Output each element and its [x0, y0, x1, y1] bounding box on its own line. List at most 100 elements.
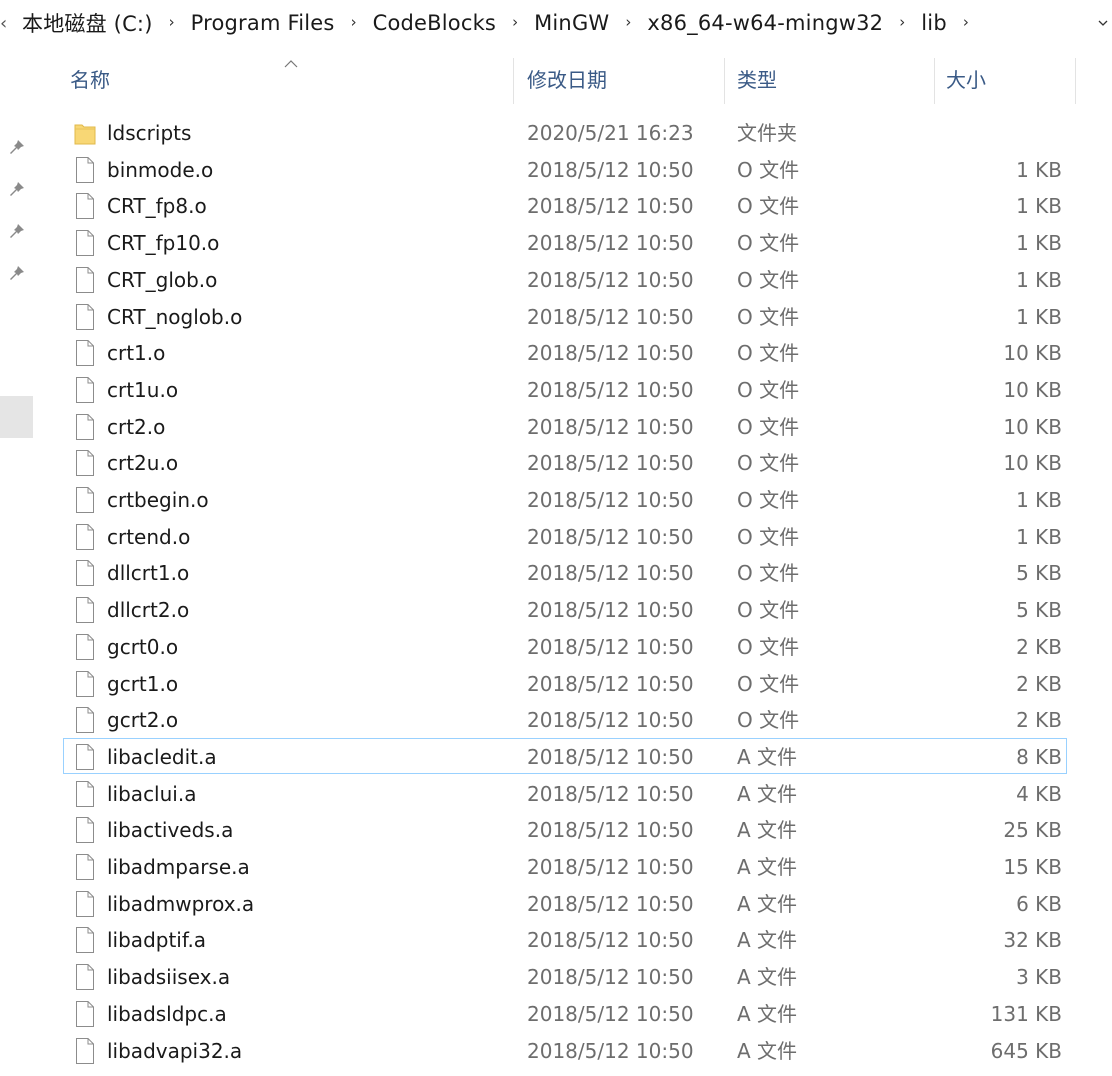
- column-header-date[interactable]: 修改日期: [527, 52, 723, 104]
- file-modified-date: 2018/5/12 10:50: [527, 671, 694, 696]
- column-header-size[interactable]: 大小: [946, 52, 1076, 104]
- breadcrumb-separator-icon[interactable]: ›: [159, 13, 185, 31]
- file-row[interactable]: libadvapi32.a 2018/5/12 10:50 A 文件 645 KB: [63, 1032, 1067, 1068]
- file-icon: [74, 303, 96, 331]
- file-name: CRT_fp8.o: [107, 194, 207, 219]
- file-row[interactable]: CRT_glob.o 2018/5/12 10:50 O 文件 1 KB: [63, 261, 1067, 297]
- file-name: ldscripts: [107, 121, 192, 145]
- file-icon: [74, 229, 96, 257]
- breadcrumb-item-codeblocks[interactable]: CodeBlocks: [367, 11, 503, 35]
- file-icon: [74, 156, 96, 184]
- address-dropdown-chevron-icon[interactable]: [1098, 18, 1108, 28]
- file-modified-date: 2018/5/12 10:50: [527, 451, 694, 476]
- file-name: crt1.o: [107, 341, 166, 366]
- address-bar[interactable]: ‹ 本地磁盘 (C:) › Program Files › CodeBlocks…: [0, 0, 1112, 46]
- file-size: 2 KB: [1016, 634, 1062, 659]
- back-chevron-icon[interactable]: ‹: [0, 13, 8, 34]
- breadcrumb-separator-icon[interactable]: ›: [615, 13, 641, 31]
- file-row[interactable]: CRT_noglob.o 2018/5/12 10:50 O 文件 1 KB: [63, 298, 1067, 334]
- file-row[interactable]: CRT_fp8.o 2018/5/12 10:50 O 文件 1 KB: [63, 187, 1067, 223]
- file-row[interactable]: libadsiisex.a 2018/5/12 10:50 A 文件 3 KB: [63, 958, 1067, 994]
- file-type: A 文件: [737, 891, 798, 916]
- file-name: binmode.o: [107, 157, 214, 182]
- file-row[interactable]: libadmwprox.a 2018/5/12 10:50 A 文件 6 KB: [63, 885, 1067, 921]
- breadcrumb-separator-icon[interactable]: ›: [889, 13, 915, 31]
- file-size: 1 KB: [1016, 524, 1062, 549]
- file-modified-date: 2018/5/12 10:50: [527, 744, 694, 769]
- breadcrumb-separator-icon[interactable]: ›: [341, 13, 367, 31]
- file-row[interactable]: crtend.o 2018/5/12 10:50 O 文件 1 KB: [63, 518, 1067, 554]
- file-size: 10 KB: [1003, 341, 1062, 366]
- column-divider[interactable]: [1075, 58, 1076, 104]
- file-modified-date: 2018/5/12 10:50: [527, 1038, 694, 1063]
- file-icon: [74, 743, 96, 771]
- breadcrumb-separator-icon[interactable]: ›: [953, 13, 979, 31]
- file-icon: [74, 596, 96, 624]
- file-size: 5 KB: [1016, 561, 1062, 586]
- file-modified-date: 2018/5/12 10:50: [527, 891, 694, 916]
- file-name: dllcrt1.o: [107, 561, 190, 586]
- file-row[interactable]: CRT_fp10.o 2018/5/12 10:50 O 文件 1 KB: [63, 224, 1067, 260]
- file-size: 1 KB: [1016, 267, 1062, 292]
- file-name: libadmparse.a: [107, 855, 250, 879]
- breadcrumb-item-mingw[interactable]: MinGW: [528, 11, 615, 35]
- file-icon: [74, 890, 96, 918]
- file-size: 645 KB: [990, 1038, 1062, 1063]
- file-row[interactable]: dllcrt1.o 2018/5/12 10:50 O 文件 5 KB: [63, 554, 1067, 590]
- column-header-type[interactable]: 类型: [737, 52, 927, 104]
- file-row[interactable]: dllcrt2.o 2018/5/12 10:50 O 文件 5 KB: [63, 591, 1067, 627]
- file-icon: [74, 413, 96, 441]
- column-divider[interactable]: [934, 58, 935, 104]
- file-row[interactable]: crt2u.o 2018/5/12 10:50 O 文件 10 KB: [63, 444, 1067, 480]
- file-row[interactable]: crtbegin.o 2018/5/12 10:50 O 文件 1 KB: [63, 481, 1067, 517]
- file-modified-date: 2018/5/12 10:50: [527, 341, 694, 366]
- breadcrumb-separator-icon[interactable]: ›: [502, 13, 528, 31]
- file-size: 10 KB: [1003, 414, 1062, 439]
- file-row[interactable]: binmode.o 2018/5/12 10:50 O 文件 1 KB: [63, 151, 1067, 187]
- navigation-pane: [0, 46, 38, 1076]
- breadcrumb-item-lib[interactable]: lib: [915, 11, 953, 35]
- file-row[interactable]: crt2.o 2018/5/12 10:50 O 文件 10 KB: [63, 408, 1067, 444]
- column-header-name[interactable]: 名称: [70, 52, 510, 104]
- file-size: 1 KB: [1016, 157, 1062, 182]
- pin-icon[interactable]: [8, 180, 26, 198]
- column-divider[interactable]: [724, 58, 725, 104]
- file-modified-date: 2018/5/12 10:50: [527, 818, 694, 843]
- file-row[interactable]: libadsldpc.a 2018/5/12 10:50 A 文件 131 KB: [63, 995, 1067, 1031]
- pin-icon[interactable]: [8, 264, 26, 282]
- file-type: O 文件: [737, 708, 800, 733]
- file-size: 3 KB: [1016, 965, 1062, 990]
- file-name: gcrt2.o: [107, 708, 179, 733]
- file-row[interactable]: libadptif.a 2018/5/12 10:50 A 文件 32 KB: [63, 921, 1067, 957]
- navigation-selected-item[interactable]: [0, 396, 33, 438]
- file-row[interactable]: gcrt2.o 2018/5/12 10:50 O 文件 2 KB: [63, 701, 1067, 737]
- file-type: O 文件: [737, 414, 800, 439]
- file-row[interactable]: crt1.o 2018/5/12 10:50 O 文件 10 KB: [63, 334, 1067, 370]
- file-row[interactable]: crt1u.o 2018/5/12 10:50 O 文件 10 KB: [63, 371, 1067, 407]
- file-type: A 文件: [737, 928, 798, 953]
- breadcrumb-item-program-files[interactable]: Program Files: [185, 11, 341, 35]
- file-type: O 文件: [737, 671, 800, 696]
- breadcrumb-item-drive[interactable]: 本地磁盘 (C:): [16, 8, 159, 38]
- file-icon: [74, 523, 96, 551]
- file-row[interactable]: libactiveds.a 2018/5/12 10:50 A 文件 25 KB: [63, 811, 1067, 847]
- file-row[interactable]: libaclui.a 2018/5/12 10:50 A 文件 4 KB: [63, 775, 1067, 811]
- file-size: 25 KB: [1003, 818, 1062, 843]
- file-icon: [74, 780, 96, 808]
- file-name: libadptif.a: [107, 928, 207, 953]
- folder-icon: [74, 119, 96, 147]
- file-modified-date: 2020/5/21 16:23: [527, 121, 694, 145]
- file-size: 4 KB: [1016, 781, 1062, 806]
- file-row[interactable]: gcrt0.o 2018/5/12 10:50 O 文件 2 KB: [63, 628, 1067, 664]
- column-divider[interactable]: [513, 58, 514, 104]
- file-row[interactable]: gcrt1.o 2018/5/12 10:50 O 文件 2 KB: [63, 665, 1067, 701]
- pin-icon[interactable]: [8, 138, 26, 156]
- file-row[interactable]: ldscripts 2020/5/21 16:23 文件夹: [63, 114, 1067, 150]
- pin-icon[interactable]: [8, 222, 26, 240]
- file-type: O 文件: [737, 451, 800, 476]
- file-modified-date: 2018/5/12 10:50: [527, 157, 694, 182]
- file-row[interactable]: libacledit.a 2018/5/12 10:50 A 文件 8 KB: [63, 737, 1067, 774]
- file-icon: [74, 1037, 96, 1065]
- file-row[interactable]: libadmparse.a 2018/5/12 10:50 A 文件 15 KB: [63, 848, 1067, 884]
- breadcrumb-item-x86-64-w64-mingw32[interactable]: x86_64-w64-mingw32: [641, 11, 889, 35]
